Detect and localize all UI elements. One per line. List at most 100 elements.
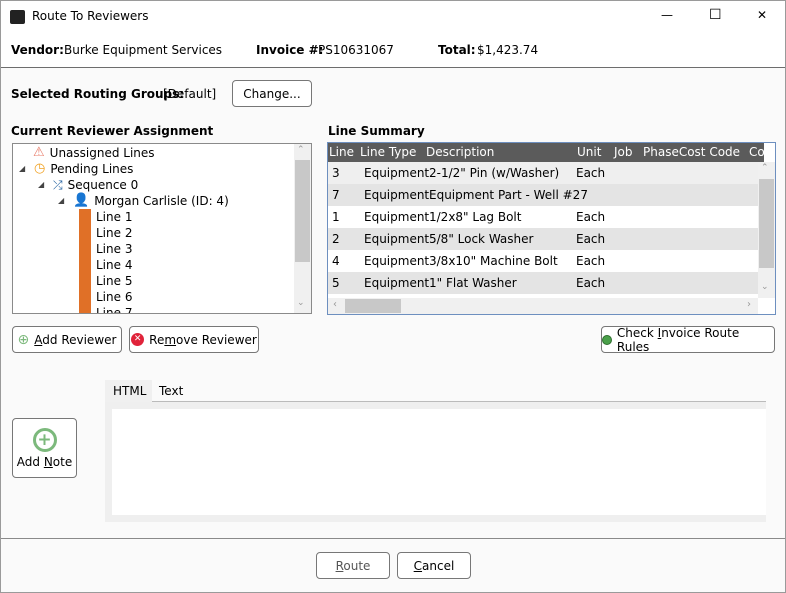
- grid-vertical-scrollbar[interactable]: ⌃ ⌄: [758, 162, 775, 298]
- maximize-button[interactable]: ☐: [709, 7, 722, 23]
- table-cell: Each: [576, 232, 606, 246]
- document-line-icon: [79, 289, 91, 305]
- vendor-value: Burke Equipment Services: [64, 43, 223, 57]
- tab-html[interactable]: HTML: [105, 380, 152, 402]
- tree-item-sequence[interactable]: ◢ ⤮ Sequence 0: [38, 177, 138, 193]
- table-cell: 5: [332, 276, 340, 290]
- document-line-icon: [79, 209, 91, 225]
- line-summary-grid[interactable]: Line Line Type Description Unit Job PhaseCost…: [327, 142, 776, 315]
- line-summary-title: Line Summary: [328, 124, 425, 138]
- table-cell: 5/8" Lock Washer: [429, 232, 534, 246]
- table-cell: 2: [332, 232, 340, 246]
- table-row[interactable]: 5 Equipment 1" Flat Washer Each: [328, 272, 758, 294]
- tree-item-label: Morgan Carlisle (ID: 4): [94, 194, 229, 208]
- user-icon: 👤: [73, 193, 90, 208]
- scroll-thumb[interactable]: [345, 299, 401, 313]
- column-header[interactable]: PhaseCost Code: [643, 145, 740, 159]
- column-header[interactable]: Unit: [577, 145, 601, 159]
- tree-item-label: Line 7: [96, 306, 133, 314]
- expand-icon[interactable]: ◢: [38, 177, 48, 193]
- add-note-icon: +: [32, 427, 57, 452]
- column-header[interactable]: Co: [749, 145, 765, 159]
- tree-item-line[interactable]: Line 3: [79, 241, 132, 257]
- tree-item-line[interactable]: Line 1: [79, 209, 132, 225]
- table-cell: 3: [332, 166, 340, 180]
- cancel-button[interactable]: Cancel: [397, 552, 471, 579]
- remove-icon: ✕: [131, 333, 145, 346]
- table-row[interactable]: 4 Equipment 3/8x10" Machine Bolt Each: [328, 250, 758, 272]
- column-header[interactable]: Line: [329, 145, 354, 159]
- document-line-icon: [79, 305, 91, 313]
- grid-horizontal-scrollbar[interactable]: ‹ ›: [328, 298, 758, 314]
- table-row[interactable]: 1 Equipment 1/2x8" Lag Bolt Each: [328, 206, 758, 228]
- scroll-thumb[interactable]: [295, 160, 310, 262]
- document-line-icon: [79, 273, 91, 289]
- expand-icon[interactable]: ◢: [58, 193, 68, 209]
- table-cell: Each: [576, 166, 606, 180]
- tab-text[interactable]: Text: [152, 380, 190, 402]
- column-header[interactable]: Job: [614, 145, 633, 159]
- title-bar: Route To Reviewers — ☐ ✕: [1, 1, 785, 33]
- reviewer-tree[interactable]: ⚠ Unassigned Lines ◢ ◷ Pending Lines ◢ ⤮…: [12, 143, 312, 314]
- scroll-thumb[interactable]: [759, 179, 774, 268]
- add-note-label: Add Note: [16, 454, 73, 469]
- cancel-label: Cancel: [413, 558, 455, 573]
- add-note-button[interactable]: + Add Note: [12, 418, 77, 478]
- routing-groups-label: Selected Routing Groups:: [11, 87, 185, 101]
- invoice-value: PS10631067: [318, 43, 394, 57]
- route-label: Route: [335, 558, 371, 573]
- tree-item-line[interactable]: Line 5: [79, 273, 132, 289]
- note-editor[interactable]: [105, 402, 766, 522]
- window-title: Route To Reviewers: [32, 9, 149, 23]
- invoice-header: Vendor: Burke Equipment Services Invoice…: [1, 33, 785, 68]
- table-cell: Each: [576, 210, 606, 224]
- change-button[interactable]: Change...: [232, 80, 312, 107]
- table-cell: 1: [332, 210, 340, 224]
- minimize-button[interactable]: —: [661, 8, 673, 22]
- close-button[interactable]: ✕: [757, 8, 767, 22]
- pending-clock-icon: ◷: [34, 161, 46, 176]
- tree-item-label: Line 2: [96, 226, 133, 240]
- shuffle-icon: ⤮: [53, 178, 63, 192]
- tree-item-line[interactable]: Line 2: [79, 225, 132, 241]
- tree-item-label: Line 4: [96, 258, 133, 272]
- tree-item-label: Sequence 0: [67, 178, 139, 192]
- change-button-label: Change...: [243, 86, 301, 101]
- table-cell: 1/2x8" Lag Bolt: [429, 210, 522, 224]
- tree-item-label: Line 3: [96, 242, 133, 256]
- table-cell: 2-1/2" Pin (w/Washer): [429, 166, 560, 180]
- tree-item-unassigned[interactable]: ⚠ Unassigned Lines: [33, 145, 155, 161]
- total-label: Total:: [438, 43, 476, 57]
- table-row[interactable]: 7 Equipment Equipment Part - Well #27: [328, 184, 758, 206]
- table-cell: Equipment Part - Well #27: [429, 188, 588, 202]
- table-cell: Each: [576, 276, 606, 290]
- tree-item-label: Line 5: [96, 274, 133, 288]
- tree-item-reviewer[interactable]: ◢ 👤 Morgan Carlisle (ID: 4): [58, 193, 229, 209]
- add-reviewer-button[interactable]: ⊕ Add Reviewer: [12, 326, 122, 353]
- warning-icon: ⚠: [33, 145, 45, 160]
- route-to-reviewers-dialog: Route To Reviewers — ☐ ✕ Vendor: Burke E…: [0, 0, 786, 593]
- add-icon: ⊕: [17, 331, 30, 348]
- remove-reviewer-button[interactable]: ✕ Remove Reviewer: [129, 326, 259, 353]
- column-header[interactable]: Description: [426, 145, 494, 159]
- invoice-label: Invoice #:: [256, 43, 324, 57]
- grid-header: Line Line Type Description Unit Job PhaseCost…: [328, 143, 765, 162]
- tree-item-line[interactable]: Line 4: [79, 257, 132, 273]
- tree-vertical-scrollbar[interactable]: ⌃ ⌄: [294, 144, 311, 313]
- document-line-icon: [79, 225, 91, 241]
- document-line-icon: [79, 257, 91, 273]
- tree-item-line[interactable]: Line 6: [79, 289, 132, 305]
- remove-reviewer-label: Remove Reviewer: [149, 332, 257, 347]
- route-button[interactable]: Route: [316, 552, 390, 579]
- check-invoice-route-rules-button[interactable]: Check Invoice Route Rules: [601, 326, 775, 354]
- table-row[interactable]: 2 Equipment 5/8" Lock Washer Each: [328, 228, 758, 250]
- tree-item-pending[interactable]: ◢ ◷ Pending Lines: [19, 161, 133, 177]
- table-cell: Equipment: [364, 210, 430, 224]
- tree-item-label: Line 1: [96, 210, 133, 224]
- expand-icon[interactable]: ◢: [19, 161, 29, 177]
- table-cell: 7: [332, 188, 340, 202]
- table-row[interactable]: 3 Equipment 2-1/2" Pin (w/Washer) Each: [328, 162, 758, 184]
- column-header[interactable]: Line Type: [360, 145, 416, 159]
- tree-item-label: Unassigned Lines: [49, 146, 155, 160]
- tree-item-line[interactable]: Line 7: [79, 305, 133, 314]
